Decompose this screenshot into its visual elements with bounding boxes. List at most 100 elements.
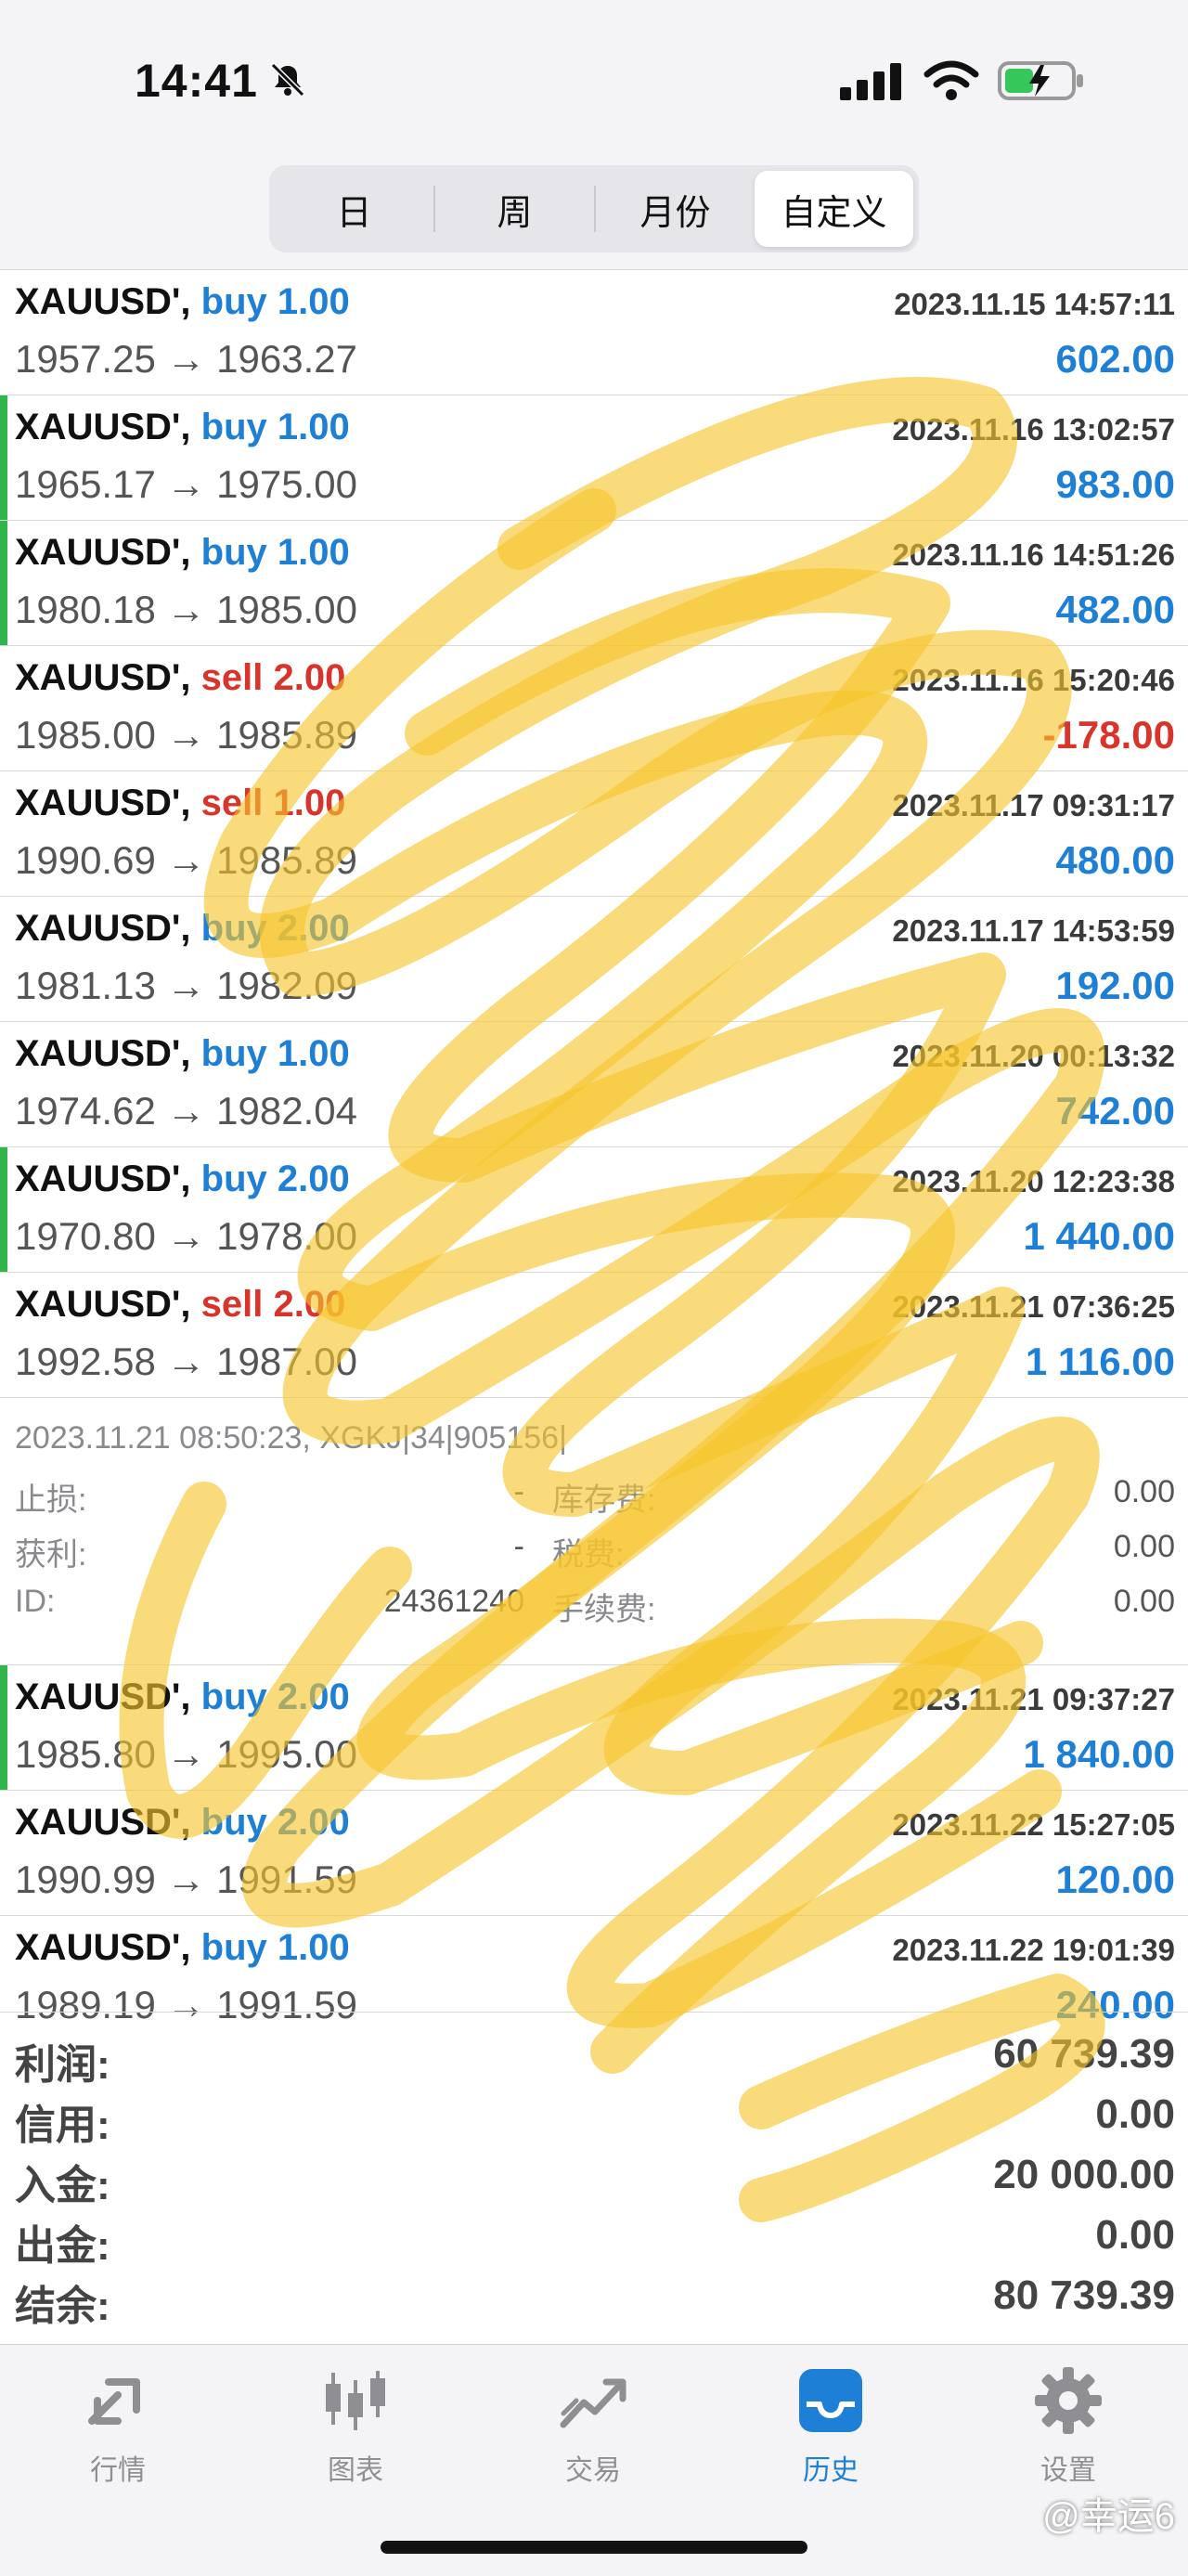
trade-row[interactable]: XAUUSD', sell 2.00 2023.11.21 07:36:25 199… — [0, 1272, 1188, 1397]
trade-profit: 602.00 — [1055, 337, 1175, 381]
separator: , — [180, 657, 201, 698]
detail-label: 库存费: — [552, 1482, 656, 1518]
tab-settings[interactable]: 设置 — [975, 2363, 1161, 2486]
separator: , — [180, 1033, 201, 1074]
trade-profit: 1 440.00 — [1023, 1214, 1176, 1258]
close-price: 1982.04 — [216, 1089, 357, 1133]
trade-row[interactable]: XAUUSD', buy 2.00 2023.11.17 14:53:59 1981… — [0, 896, 1188, 1021]
open-price: 1974.62 — [15, 1089, 156, 1133]
trade-title: XAUUSD', buy 2.00 — [15, 1802, 350, 1844]
detail-label: 止损: — [15, 1482, 87, 1518]
battery-charging-icon — [998, 61, 1083, 100]
trade-symbol: XAUUSD' — [15, 1927, 181, 1968]
trade-row[interactable]: XAUUSD', buy 1.00 2023.11.20 00:13:32 1974… — [0, 1021, 1188, 1146]
detail-meta: 2023.11.21 08:50:23, XGKJ|34|905156| — [15, 1420, 567, 1456]
trade-prices: 1990.69 → 1985.89 — [15, 838, 357, 883]
arrow-right-icon: → — [155, 1732, 217, 1776]
separator — [267, 532, 278, 573]
close-price: 1963.27 — [216, 337, 357, 381]
trade-marker — [0, 521, 7, 645]
separator: , — [180, 1676, 201, 1717]
tab-custom[interactable]: 自定义 — [755, 171, 913, 247]
trade-row[interactable]: XAUUSD', buy 2.00 2023.11.22 15:27:05 1990… — [0, 1790, 1188, 1915]
summary-value: 0.00 — [1095, 2091, 1175, 2137]
trade-action: buy — [200, 1033, 267, 1074]
trade-row[interactable]: XAUUSD', sell 1.00 2023.11.17 09:31:17 199… — [0, 770, 1188, 896]
trade-prices: 1980.18 → 1985.00 — [15, 588, 357, 632]
detail-value: - — [513, 1474, 524, 1509]
trade-action: buy — [200, 1159, 267, 1199]
summary-label: 信用: — [15, 2103, 110, 2148]
trade-row[interactable]: XAUUSD', buy 1.00 2023.11.15 14:57:11 1957… — [0, 269, 1188, 395]
trade-prices: 1970.80 → 1978.00 — [15, 1214, 357, 1259]
trade-symbol: XAUUSD' — [15, 1284, 181, 1325]
trade-datetime: 2023.11.16 15:20:46 — [892, 663, 1175, 697]
detail-value: 24361240 — [383, 1584, 524, 1619]
trade-title: XAUUSD', buy 1.00 — [15, 281, 350, 323]
trade-title: XAUUSD', buy 1.00 — [15, 1927, 350, 1969]
open-price: 1985.80 — [15, 1732, 156, 1776]
arrow-right-icon: → — [155, 964, 217, 1007]
trade-row[interactable]: XAUUSD', buy 2.00 2023.11.20 12:23:38 1970… — [0, 1146, 1188, 1272]
summary-row: 结余: 80 739.39 — [0, 2272, 1188, 2333]
trade-marker — [0, 395, 7, 520]
trade-lots: 1.00 — [277, 281, 350, 322]
tab-quotes[interactable]: 行情 — [25, 2363, 211, 2486]
trade-symbol: XAUUSD' — [15, 908, 181, 949]
summary-value: 80 739.39 — [993, 2272, 1175, 2318]
tab-month[interactable]: 月份 — [596, 171, 755, 247]
arrow-right-icon: → — [155, 713, 217, 757]
tab-day[interactable]: 日 — [275, 171, 433, 247]
arrow-right-icon: → — [155, 588, 217, 631]
trade-datetime: 2023.11.22 19:01:39 — [892, 1933, 1175, 1967]
trade-lots: 1.00 — [273, 783, 346, 823]
detail-label: 税费: — [552, 1537, 625, 1573]
separator — [263, 783, 273, 823]
trade-detail: 2023.11.21 08:50:23, XGKJ|34|905156| 止损: -… — [0, 1397, 1188, 1664]
open-price: 1985.00 — [15, 713, 156, 757]
trade-row[interactable]: XAUUSD', buy 1.00 2023.11.16 13:02:57 1965… — [0, 395, 1188, 520]
separator — [267, 1159, 278, 1199]
separator — [267, 1033, 278, 1074]
trade-chart-icon — [560, 2378, 626, 2428]
summary-label: 入金: — [15, 2163, 110, 2208]
trade-action: sell — [200, 1284, 264, 1325]
close-price: 1978.00 — [216, 1214, 357, 1258]
trade-profit: 192.00 — [1055, 964, 1175, 1007]
separator — [263, 1284, 273, 1325]
trade-marker — [0, 1665, 7, 1790]
summary-row: 入金: 20 000.00 — [0, 2152, 1188, 2212]
tab-week[interactable]: 周 — [435, 171, 594, 247]
trade-row[interactable]: XAUUSD', buy 1.00 2023.11.16 14:51:26 1980… — [0, 520, 1188, 645]
trade-title: XAUUSD', buy 1.00 — [15, 407, 350, 448]
arrow-right-icon: → — [155, 1340, 217, 1383]
close-price: 1982.09 — [216, 964, 357, 1007]
trade-prices: 1985.00 → 1985.89 — [15, 713, 357, 757]
separator: , — [180, 783, 201, 823]
trade-symbol: XAUUSD' — [15, 783, 181, 823]
separator: , — [180, 908, 201, 949]
detail-label: 手续费: — [552, 1592, 656, 1627]
tab-charts[interactable]: 图表 — [263, 2363, 448, 2486]
period-segmented-control: 日 周 月份 自定义 — [269, 165, 919, 252]
separator: , — [180, 1159, 201, 1199]
summary-row: 出金: 0.00 — [0, 2212, 1188, 2272]
trade-title: XAUUSD', sell 1.00 — [15, 783, 345, 824]
trade-datetime: 2023.11.21 07:36:25 — [892, 1289, 1175, 1324]
trade-prices: 1957.25 → 1963.27 — [15, 337, 357, 382]
separator: , — [180, 532, 201, 573]
trade-symbol: XAUUSD' — [15, 281, 181, 322]
separator: , — [180, 1284, 201, 1325]
trade-row[interactable]: XAUUSD', sell 2.00 2023.11.16 15:20:46 198… — [0, 645, 1188, 770]
separator: , — [180, 1802, 201, 1843]
trade-profit: 120.00 — [1055, 1858, 1175, 1901]
tab-history[interactable]: 历史 — [738, 2363, 923, 2486]
trade-lots: 1.00 — [277, 532, 350, 573]
trade-action: buy — [200, 1802, 267, 1843]
trade-lots: 2.00 — [273, 1284, 346, 1325]
trade-lots: 2.00 — [273, 657, 346, 698]
close-price: 1987.00 — [216, 1340, 357, 1383]
trade-row[interactable]: XAUUSD', buy 2.00 2023.11.21 09:37:27 1985… — [0, 1664, 1188, 1790]
trade-action: buy — [200, 532, 267, 573]
tab-trade[interactable]: 交易 — [500, 2363, 686, 2486]
